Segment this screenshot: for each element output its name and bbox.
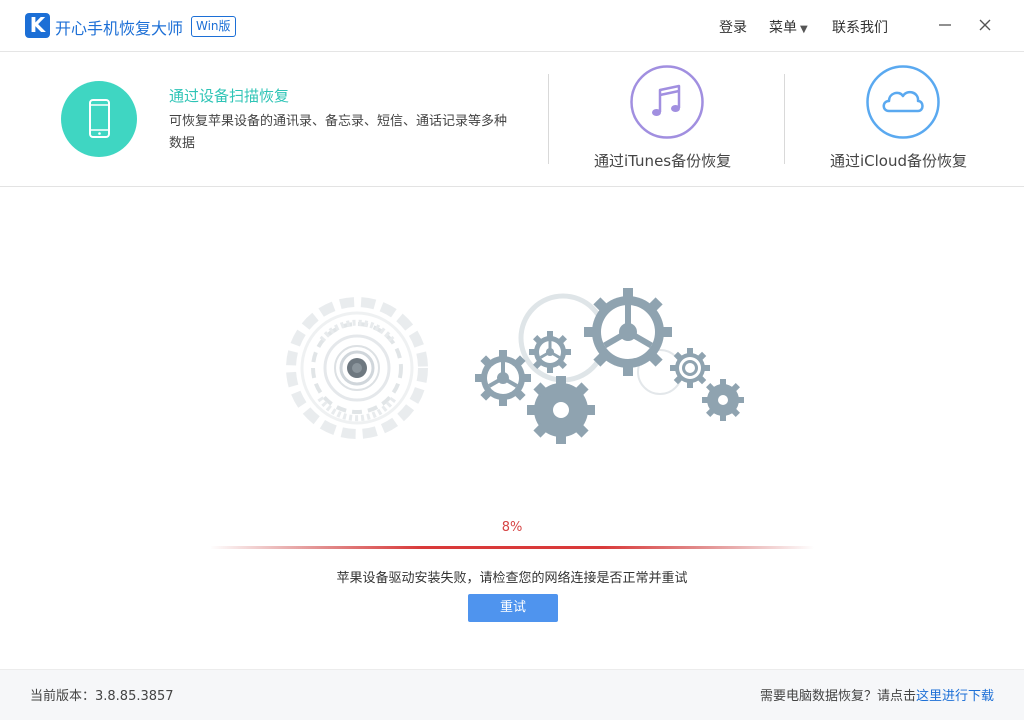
gear-icon <box>584 288 672 376</box>
device-scan-mode-button[interactable] <box>61 81 137 157</box>
footer: 当前版本：3.8.85.3857 需要电脑数据恢复？请点击这里进行下载 <box>0 669 1024 720</box>
itunes-mode-label[interactable]: 通过iTunes备份恢复 <box>594 150 731 171</box>
caret-down-icon: ▼ <box>800 24 808 35</box>
divider <box>548 74 549 164</box>
login-link[interactable]: 登录 <box>719 17 747 37</box>
menu-label: 菜单 <box>769 20 797 36</box>
recovery-modes: 通过设备扫描恢复 可恢复苹果设备的通讯录、备忘录、短信、通话记录等多种数据 通过… <box>0 52 1024 187</box>
device-scan-title[interactable]: 通过设备扫描恢复 <box>169 85 289 106</box>
error-message: 苹果设备驱动安装失败，请检查您的网络连接是否正常并重试 <box>336 571 688 586</box>
version-label: 当前版本：3.8.85.3857 <box>30 689 174 704</box>
gear-icon <box>529 331 571 373</box>
icloud-mode-button[interactable] <box>865 64 941 140</box>
pc-recovery-text: 需要电脑数据恢复？请点击 <box>759 689 916 704</box>
minimize-icon <box>939 24 951 26</box>
app-title: 开心手机恢复大师 <box>55 19 184 38</box>
icloud-mode-label[interactable]: 通过iCloud备份恢复 <box>830 150 967 171</box>
progress-bar <box>210 546 814 549</box>
divider <box>784 74 785 164</box>
edition-badge: Win版 <box>191 16 236 37</box>
retry-button[interactable]: 重试 <box>468 594 558 622</box>
minimize-button[interactable] <box>932 12 958 38</box>
itunes-mode-button[interactable] <box>629 64 705 140</box>
progress-percent: 8% <box>501 520 523 535</box>
music-note-icon <box>630 65 704 139</box>
phone-icon <box>89 99 110 138</box>
download-link[interactable]: 这里进行下载 <box>916 689 994 704</box>
gears-illustration <box>286 288 744 444</box>
close-icon <box>979 19 991 31</box>
cloud-icon <box>866 65 940 139</box>
device-scan-description: 可恢复苹果设备的通讯录、备忘录、短信、通话记录等多种数据 <box>169 114 508 151</box>
app-logo: K <box>25 13 50 38</box>
pc-recovery-prompt: 需要电脑数据恢复？请点击这里进行下载 <box>760 685 994 704</box>
close-button[interactable] <box>972 12 998 38</box>
menu-button[interactable]: 菜单 ▼ <box>769 17 808 37</box>
title-bar: K 开心手机恢复大师 Win版 登录 菜单 ▼ 联系我们 <box>0 0 1024 52</box>
contact-link[interactable]: 联系我们 <box>832 17 888 37</box>
